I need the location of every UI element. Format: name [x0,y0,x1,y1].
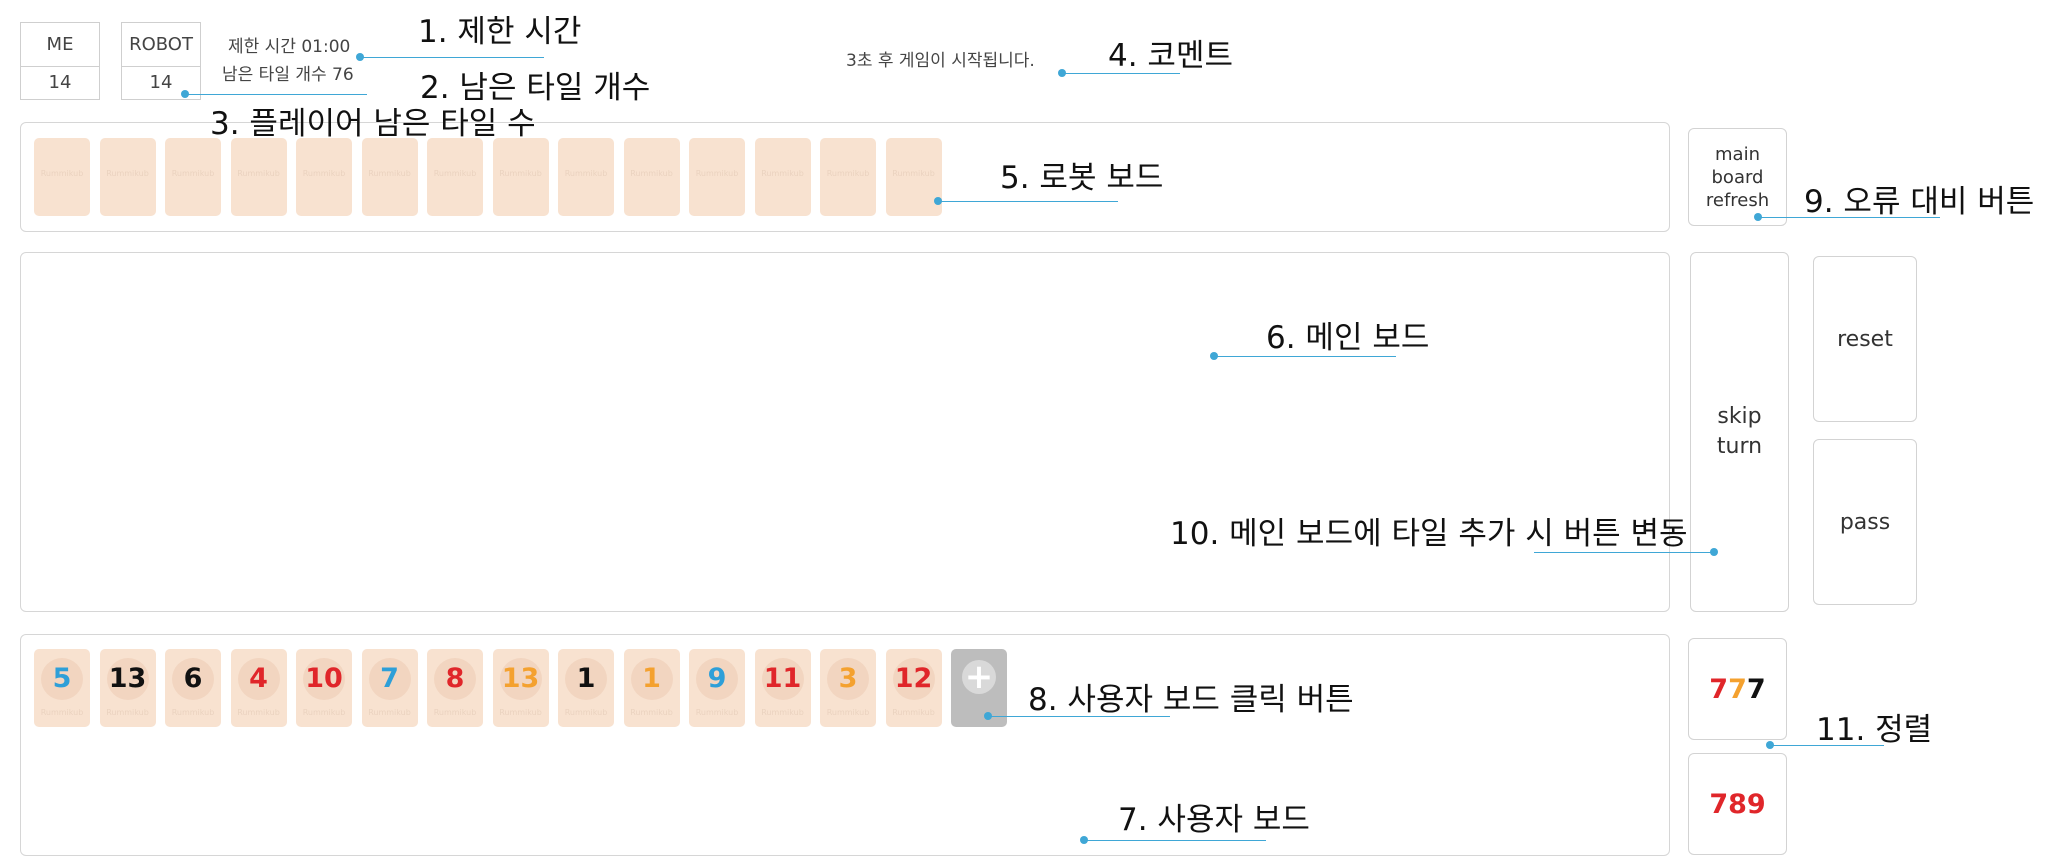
refresh-label: main board refresh [1705,143,1770,211]
annotation-sort: 11. 정렬 [1816,712,1933,748]
annotation-comment: 4. 코멘트 [1108,38,1233,74]
remaining-tiles: 남은 타일 개수 76 [222,65,354,85]
me-label: ME [21,23,99,67]
tile-number: 3 [838,663,858,694]
robot-tile: Rummikub [427,138,483,216]
sort-digit: 7 [1709,673,1729,705]
robot-tile: Rummikub [296,138,352,216]
tile-number: 8 [445,663,465,694]
tile-number: 11 [763,663,802,694]
tile-number: 13 [108,663,147,694]
skip-turn-label: skip turn [1716,404,1763,459]
robot-tile: Rummikub [754,138,811,216]
main-board-refresh-button[interactable]: main board refresh [1688,128,1787,226]
tile-number: 12 [894,663,933,694]
robot-tile: Rummikub [34,138,90,216]
user-tile[interactable]: 1 Rummikub [623,649,680,727]
user-tile[interactable]: 9 Rummikub [689,649,745,727]
pass-label: pass [1839,509,1891,535]
annotation-button-change: 10. 메인 보드에 타일 추가 시 버튼 변동 [1170,516,1688,552]
skip-turn-button[interactable]: skip turn [1690,252,1789,612]
tile-number: 1 [576,663,596,694]
annotation-fallback-button: 9. 오류 대비 버튼 [1804,184,2035,220]
user-tile[interactable]: 3 Rummikub [820,649,876,727]
tile-number: 4 [249,663,268,694]
tile-number: 5 [52,663,72,694]
user-tile[interactable]: 5 Rummikub [34,649,90,727]
tile-number: 7 [380,663,399,694]
robot-tile: Rummikub [230,138,287,216]
annotation-user-board: 7. 사용자 보드 [1118,802,1310,838]
user-tile[interactable]: 4 Rummikub [230,649,287,727]
sort-digit: 7 [1728,673,1747,705]
robot-tile: Rummikub [558,138,614,216]
tile-number: 13 [501,663,540,694]
tile-number: 10 [305,663,343,694]
user-tile[interactable]: 13 Rummikub [492,649,549,727]
tile-number: 6 [183,663,203,694]
time-limit: 제한 시간 01:00 [228,37,351,57]
user-tile[interactable]: 11 Rummikub [754,649,811,727]
robot-label: ROBOT [122,23,200,67]
annotation-main-board: 6. 메인 보드 [1266,320,1430,356]
tile-number: 9 [707,663,727,694]
robot-tile: Rummikub [361,138,418,216]
sort-by-number-label: 777 [1709,674,1765,705]
user-tile[interactable]: 10 Rummikub [296,649,352,727]
robot-tile: Rummikub [623,138,680,216]
tile-number: 1 [642,663,661,694]
sort-by-run-button[interactable]: 789 [1688,753,1787,855]
robot-tile: Rummikub [689,138,745,216]
annotation-player-tiles: 3. 플레이어 남은 타일 수 [210,106,536,142]
annotation-user-board-click: 8. 사용자 보드 클릭 버튼 [1028,682,1354,718]
user-tile[interactable]: 12 Rummikub [885,649,942,727]
user-tile[interactable]: 1 Rummikub [558,649,614,727]
robot-score-box: ROBOT 14 [121,22,201,100]
reset-label: reset [1837,326,1893,352]
robot-tile: Rummikub [820,138,876,216]
robot-tile: Rummikub [492,138,549,216]
robot-tile: Rummikub [885,138,942,216]
user-tile[interactable]: 13 Rummikub [99,649,156,727]
plus-icon: + [964,657,994,697]
annotation-time-limit: 1. 제한 시간 [418,14,582,50]
me-score-box: ME 14 [20,22,100,100]
main-board[interactable] [20,252,1670,612]
user-tile[interactable]: 7 Rummikub [361,649,418,727]
me-tile-count: 14 [48,72,72,93]
pass-button[interactable]: pass [1813,439,1917,605]
reset-button[interactable]: reset [1813,256,1917,422]
game-comment: 3초 후 게임이 시작됩니다. [846,51,1035,71]
sort-by-run-label: 789 [1709,788,1766,820]
robot-tile: Rummikub [165,138,221,216]
user-tile[interactable]: 8 Rummikub [427,649,483,727]
sort-by-number-button[interactable]: 777 [1688,638,1787,740]
sort-digit: 7 [1746,673,1766,705]
robot-tile: Rummikub [99,138,156,216]
user-tile[interactable]: 6 Rummikub [165,649,221,727]
annotation-robot-board: 5. 로봇 보드 [1000,160,1164,196]
